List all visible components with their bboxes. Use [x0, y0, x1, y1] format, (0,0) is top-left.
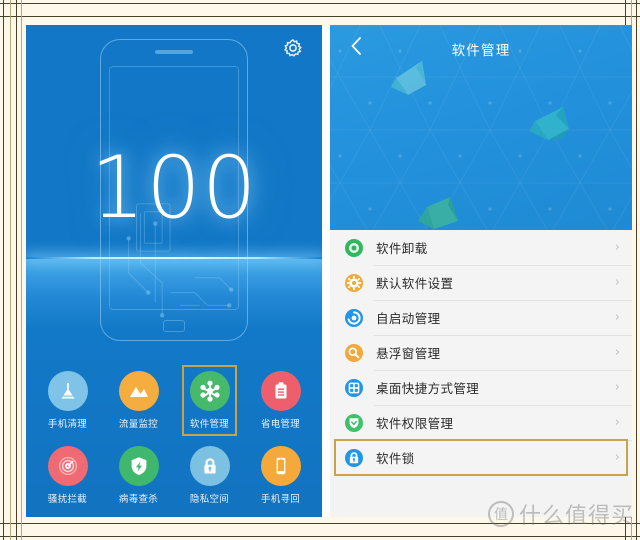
feature-cell-data-monitor[interactable]: 流量监控 [103, 365, 174, 434]
phone-icon [260, 446, 301, 486]
hexagon-gear-icon [189, 371, 230, 411]
feature-cell-call-blocker[interactable]: 骚扰拦截 [32, 440, 103, 509]
frame-line-right-outer [636, 0, 637, 540]
feature-label: 手机清理 [47, 419, 88, 430]
feature-cell-find-phone[interactable]: 手机寻回 [245, 440, 316, 509]
page-title: 软件管理 [451, 43, 511, 59]
clipboard-icon [260, 371, 301, 411]
software-manager-panel: 软件管理 软件卸载 › 默认软件设置 › 自启动管理 › 悬浮窗管理 › 桌面快… [330, 25, 632, 517]
frame-line-left-hair [10, 0, 11, 540]
feature-cell-virus-scan[interactable]: 病毒查杀 [103, 440, 174, 509]
list-item-app-lock[interactable]: 软件锁 › [330, 439, 632, 476]
frame-line-left-outer [3, 0, 4, 540]
list-item-label: 自启动管理 [376, 311, 441, 326]
chevron-right-icon: › [614, 345, 620, 360]
broom-icon [47, 371, 88, 411]
feature-cell-privacy-space[interactable]: 隐私空间 [174, 440, 245, 509]
chevron-right-icon: › [614, 310, 620, 325]
feature-cell-power-manager[interactable]: 省电管理 [245, 365, 316, 434]
list-item-default-apps[interactable]: 默认软件设置 › [330, 265, 632, 300]
frame-line-top-inner [0, 16, 640, 17]
uninstall-ring-icon [344, 238, 364, 258]
frame-line-left-inner [16, 0, 17, 540]
panel-divider [322, 25, 330, 517]
list-item-label: 桌面快捷方式管理 [376, 381, 480, 396]
gear-icon [344, 273, 364, 293]
feature-label: 手机寻回 [260, 494, 301, 505]
chevron-right-icon: › [614, 450, 620, 465]
frame-line-top-outer [0, 3, 640, 4]
feature-label: 隐私空间 [189, 494, 230, 505]
list-item-uninstall[interactable]: 软件卸载 › [330, 230, 632, 265]
frame-line-bottom-outer [0, 536, 640, 537]
list-item-label: 软件权限管理 [376, 416, 454, 431]
security-score: 100 [90, 138, 258, 238]
list-item-label: 默认软件设置 [376, 276, 454, 291]
radar-icon [47, 446, 88, 486]
lock-icon [189, 446, 230, 486]
list-item-autostart[interactable]: 自启动管理 › [330, 300, 632, 335]
feature-label: 病毒查杀 [118, 494, 159, 505]
list-item-app-permissions[interactable]: 软件权限管理 › [330, 405, 632, 440]
refresh-spiral-icon [344, 308, 364, 328]
shield-check-icon [344, 413, 364, 433]
feature-label: 软件管理 [189, 419, 230, 430]
feature-label: 流量监控 [118, 419, 159, 430]
chevron-right-icon: › [614, 380, 620, 395]
scan-glow [26, 259, 322, 329]
scan-line [26, 257, 322, 259]
frame-line-left-hair2 [21, 0, 22, 540]
crystal-decoration [391, 61, 426, 95]
list-item-desktop-shortcut[interactable]: 桌面快捷方式管理 › [330, 370, 632, 405]
feature-label: 省电管理 [260, 419, 301, 430]
feature-cell-phone-cleanup[interactable]: 手机清理 [32, 365, 103, 434]
gear-icon[interactable] [282, 37, 304, 59]
chevron-right-icon: › [614, 415, 620, 430]
screenshot-stage: 100 手机清理 流量监控 软件管理 省电管理 骚扰拦截 病毒查杀 隐私空间 手… [26, 25, 632, 517]
magnifier-icon [344, 343, 364, 363]
list-item-label: 软件锁 [376, 451, 415, 466]
chevron-right-icon: › [614, 240, 620, 255]
security-home-panel: 100 手机清理 流量监控 软件管理 省电管理 骚扰拦截 病毒查杀 隐私空间 手… [26, 25, 322, 517]
chart-icon [118, 371, 159, 411]
chevron-right-icon: › [614, 275, 620, 290]
frame-line-bottom-inner [0, 523, 640, 524]
crystal-decoration [529, 107, 569, 140]
list-item-label: 软件卸载 [376, 241, 428, 256]
software-manager-list: 软件卸载 › 默认软件设置 › 自启动管理 › 悬浮窗管理 › 桌面快捷方式管理… [330, 230, 632, 476]
feature-icon-grid: 手机清理 流量监控 软件管理 省电管理 骚扰拦截 病毒查杀 隐私空间 手机寻回 [26, 365, 322, 509]
grid-icon [344, 378, 364, 398]
software-manager-header: 软件管理 [330, 25, 632, 230]
list-item-floating-window[interactable]: 悬浮窗管理 › [330, 335, 632, 370]
list-item-label: 悬浮窗管理 [376, 346, 441, 361]
feature-label: 骚扰拦截 [47, 494, 88, 505]
feature-cell-software-manager[interactable]: 软件管理 [174, 365, 245, 436]
lock-icon [344, 448, 364, 468]
shield-bolt-icon [118, 446, 159, 486]
